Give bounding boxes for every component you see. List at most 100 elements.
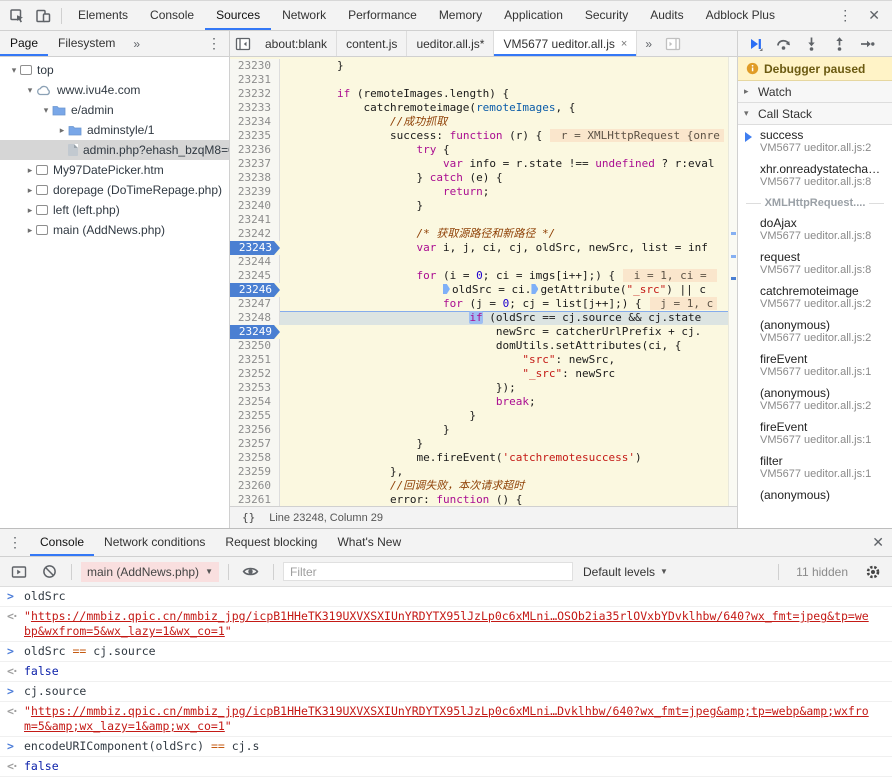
tree-item-left-left-php[interactable]: ▸left (left.php) (0, 200, 229, 220)
chevron-right-icon[interactable]: ▸ (24, 185, 36, 196)
drawer-tab-network-conditions[interactable]: Network conditions (94, 529, 215, 556)
pretty-print-button[interactable]: {} (238, 509, 259, 526)
more-tabs-icon[interactable]: » (125, 37, 148, 51)
kebab-menu-icon[interactable]: ⋮ (830, 7, 860, 24)
line-number[interactable]: 23244 (230, 255, 280, 269)
inline-breakpoint-icon[interactable] (443, 284, 450, 294)
console-input-row[interactable]: >cj.source (0, 682, 892, 702)
code-line[interactable]: 23244 (230, 255, 737, 269)
tree-item-e-admin[interactable]: ▾e/admin (0, 100, 229, 120)
panel-tab-adblock-plus[interactable]: Adblock Plus (695, 1, 786, 30)
device-toolbar-icon[interactable] (30, 4, 56, 28)
code-line[interactable]: 23239 return; (230, 185, 737, 199)
code-line[interactable]: 23255 } (230, 409, 737, 423)
panel-tab-performance[interactable]: Performance (337, 1, 428, 30)
console-output-row[interactable]: <·"https://mmbiz.qpic.cn/mmbiz_jpg/icpB1… (0, 702, 892, 737)
code-line[interactable]: 23250 domUtils.setAttributes(ci, { (230, 339, 737, 353)
code-line[interactable]: 23247 for (j = 0; cj = list[j++];) { j =… (230, 297, 737, 311)
drawer-tab-what-s-new[interactable]: What's New (327, 529, 411, 556)
tree-item-top[interactable]: ▾top (0, 60, 229, 80)
next-editor-icon[interactable] (660, 32, 686, 56)
code-line[interactable]: 23234 //成功抓取 (230, 115, 737, 129)
log-levels-select[interactable]: Default levels ▼ (577, 565, 674, 579)
chevron-right-icon[interactable]: ▸ (24, 225, 36, 236)
line-number[interactable]: 23259 (230, 465, 280, 479)
line-number[interactable]: 23252 (230, 367, 280, 381)
call-stack-frame[interactable]: (anonymous) (738, 485, 892, 506)
tree-item-my97datepicker-htm[interactable]: ▸My97DatePicker.htm (0, 160, 229, 180)
console-output-row[interactable]: <·false (0, 757, 892, 777)
console-input-row[interactable]: >oldSrc (0, 587, 892, 607)
breakpoint-flag[interactable]: 23243 (230, 241, 280, 255)
code-line[interactable]: 23241 (230, 213, 737, 227)
code-line[interactable]: 23251 "src": newSrc, (230, 353, 737, 367)
code-line[interactable]: 23261 error: function () { (230, 493, 737, 506)
line-number[interactable]: 23233 (230, 101, 280, 115)
panel-tab-application[interactable]: Application (493, 1, 574, 30)
line-number[interactable]: 23253 (230, 381, 280, 395)
line-number[interactable]: 23258 (230, 451, 280, 465)
chevron-down-icon[interactable]: ▾ (40, 105, 52, 116)
step-button[interactable] (854, 33, 880, 55)
call-stack-section-header[interactable]: ▾ Call Stack (738, 103, 892, 125)
line-number[interactable]: 23242 (230, 227, 280, 241)
code-line[interactable]: 23245 for (i = 0; ci = imgs[i++];) { i =… (230, 269, 737, 283)
line-number[interactable]: 23238 (230, 171, 280, 185)
inline-breakpoint-icon[interactable] (531, 284, 538, 294)
close-tab-icon[interactable]: × (621, 38, 627, 50)
chevron-right-icon[interactable]: ▸ (24, 165, 36, 176)
call-stack-frame[interactable]: xhr.onreadystatecha…VM5677 ueditor.all.j… (738, 159, 892, 193)
code-line[interactable]: 23236 try { (230, 143, 737, 157)
line-number[interactable]: 23248 (230, 311, 280, 325)
line-number[interactable]: 23230 (230, 59, 280, 73)
call-stack-frame[interactable]: filterVM5677 ueditor.all.js:1 (738, 451, 892, 485)
panel-tab-audits[interactable]: Audits (639, 1, 694, 30)
drawer-tab-console[interactable]: Console (30, 529, 94, 556)
hide-navigator-icon[interactable] (230, 32, 256, 56)
line-number[interactable]: 23255 (230, 409, 280, 423)
url-link[interactable]: https://mmbiz.qpic.cn/mmbiz_jpg/icpB1HHe… (24, 609, 869, 638)
code-line[interactable]: 23260 //回调失败，本次请求超时 (230, 479, 737, 493)
call-stack-frame[interactable]: requestVM5677 ueditor.all.js:8 (738, 247, 892, 281)
tab-filesystem[interactable]: Filesystem (48, 31, 125, 56)
code-line[interactable]: 23259 }, (230, 465, 737, 479)
tree-item-main-addnews-php[interactable]: ▸main (AddNews.php) (0, 220, 229, 240)
console-input-row[interactable]: >encodeURIComponent(oldSrc) == cj.s (0, 737, 892, 757)
tree-item-adminstyle-1[interactable]: ▸adminstyle/1 (0, 120, 229, 140)
line-number[interactable]: 23250 (230, 339, 280, 353)
clear-console-icon[interactable] (36, 560, 62, 584)
code-line[interactable]: 23242 /* 获取源路径和新路径 */ (230, 227, 737, 241)
call-stack-frame[interactable]: successVM5677 ueditor.all.js:2 (738, 125, 892, 159)
code-line[interactable]: 23258 me.fireEvent('catchremotesuccess') (230, 451, 737, 465)
watch-section-header[interactable]: ▸ Watch (738, 81, 892, 103)
breakpoint-flag[interactable]: 23249 (230, 325, 280, 339)
execution-context-select[interactable]: main (AddNews.php) ▼ (81, 562, 219, 582)
inspect-element-icon[interactable] (4, 4, 30, 28)
code-line[interactable]: 23243 var i, j, ci, cj, oldSrc, newSrc, … (230, 241, 737, 255)
panel-tab-elements[interactable]: Elements (67, 1, 139, 30)
tree-item-admin-php-ehash-bzqm8-0[interactable]: admin.php?ehash_bzqM8=0 (0, 140, 229, 160)
code-line[interactable]: 23240 } (230, 199, 737, 213)
code-line[interactable]: 23238 } catch (e) { (230, 171, 737, 185)
chevron-down-icon[interactable]: ▾ (8, 65, 20, 76)
kebab-menu-icon[interactable]: ⋮ (0, 534, 30, 551)
more-tabs-icon[interactable]: » (637, 37, 660, 51)
console-input-row[interactable]: >oldSrc == cj.source (0, 642, 892, 662)
line-number[interactable]: 23261 (230, 493, 280, 506)
call-stack-frame[interactable]: catchremoteimageVM5677 ueditor.all.js:2 (738, 281, 892, 315)
tree-item-dorepage-dotimerepage-php[interactable]: ▸dorepage (DoTimeRepage.php) (0, 180, 229, 200)
line-number[interactable]: 23237 (230, 157, 280, 171)
chevron-down-icon[interactable]: ▾ (24, 85, 36, 96)
resume-button[interactable] (742, 33, 768, 55)
call-stack-frame[interactable]: (anonymous)VM5677 ueditor.all.js:2 (738, 315, 892, 349)
line-number[interactable]: 23260 (230, 479, 280, 493)
panel-tab-sources[interactable]: Sources (205, 1, 271, 30)
close-drawer-icon[interactable]: ✕ (864, 534, 892, 551)
line-number[interactable]: 23247 (230, 297, 280, 311)
editor-tab-ueditor-all-js[interactable]: ueditor.all.js* (407, 31, 494, 56)
code-line[interactable]: 23246 oldSrc = ci.getAttribute("_src") |… (230, 283, 737, 297)
line-number[interactable]: 23241 (230, 213, 280, 227)
line-number[interactable]: 23235 (230, 129, 280, 143)
editor-scrollbar[interactable] (728, 57, 737, 506)
line-number[interactable]: 23251 (230, 353, 280, 367)
